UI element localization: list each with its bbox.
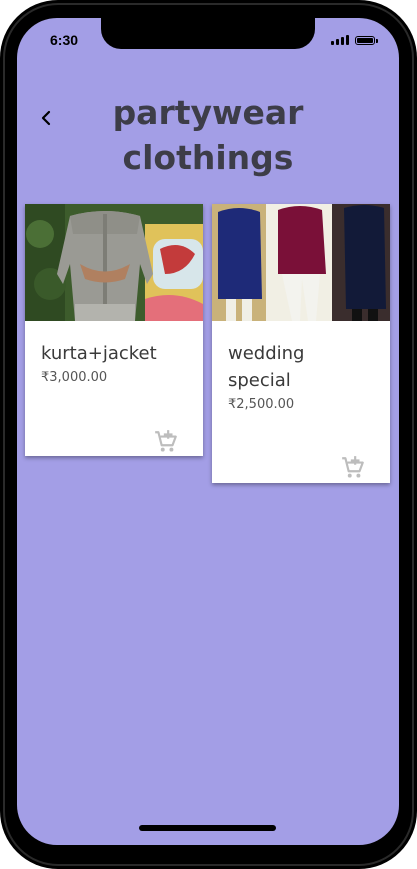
product-price: ₹2,500.00 — [228, 397, 295, 412]
battery-full-icon — [355, 35, 378, 45]
product-name: kurta+jacket — [41, 343, 157, 364]
status-time: 6:30 — [50, 32, 79, 48]
add-to-cart-icon[interactable] — [153, 429, 179, 455]
cellular-signal-icon — [331, 35, 349, 45]
product-name: wedding special — [228, 343, 305, 391]
phone-notch — [101, 18, 315, 49]
product-card[interactable]: wedding special ₹2,500.00 — [212, 204, 390, 483]
home-indicator[interactable] — [139, 825, 276, 831]
add-to-cart-icon[interactable] — [340, 455, 366, 481]
app-screen: 6:30 partywear clothings kurta+jacket ₹3… — [17, 18, 399, 845]
phone-frame: 6:30 partywear clothings kurta+jacket ₹3… — [0, 0, 417, 869]
product-image — [25, 204, 203, 321]
product-card[interactable]: kurta+jacket ₹3,000.00 — [25, 204, 203, 456]
chevron-left-icon — [41, 110, 51, 126]
page-title: partywear clothings — [112, 93, 304, 177]
product-price: ₹3,000.00 — [41, 370, 108, 385]
status-icons — [331, 35, 378, 45]
product-image — [212, 204, 390, 321]
back-button[interactable] — [35, 106, 57, 130]
